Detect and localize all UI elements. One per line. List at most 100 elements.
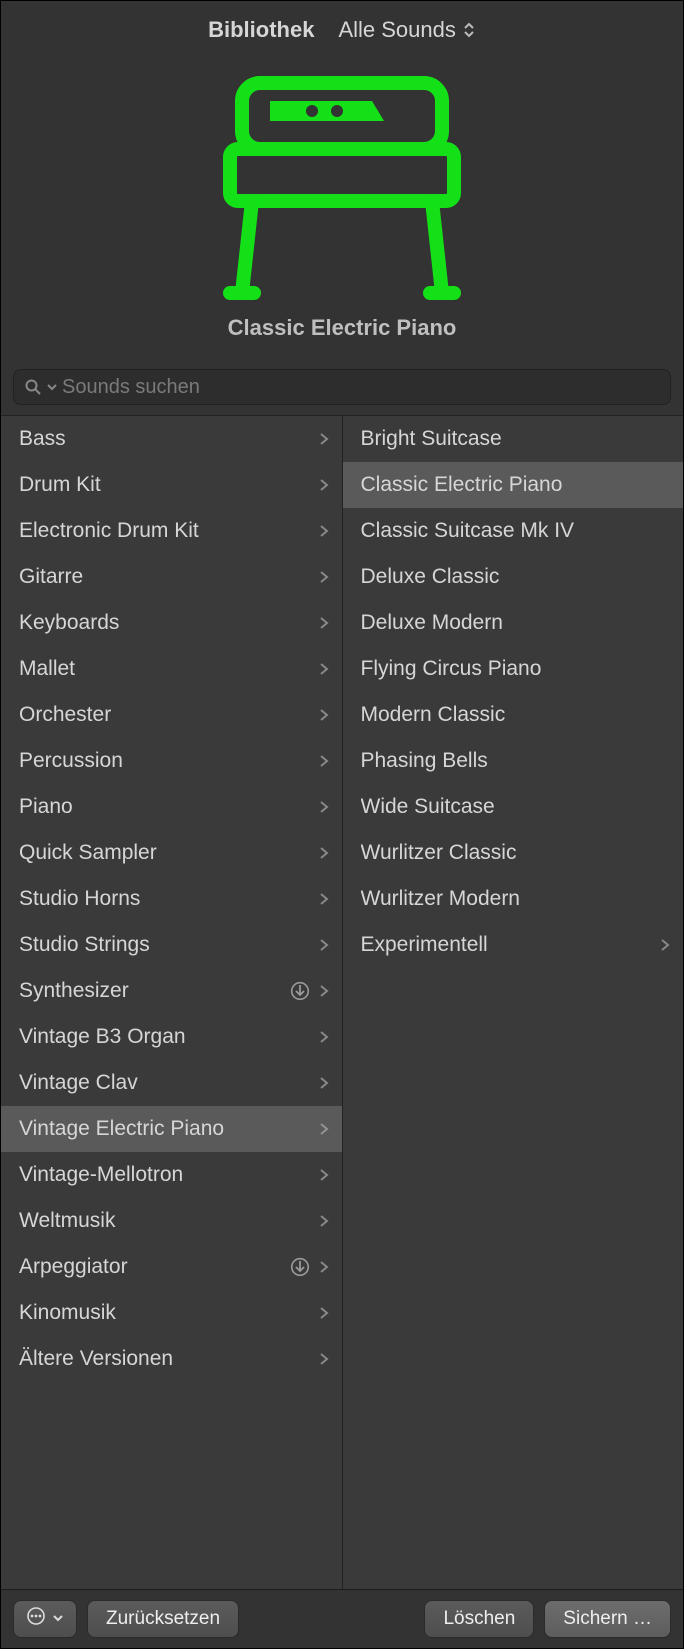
category-label: Arpeggiator	[19, 1255, 290, 1279]
category-label: Quick Sampler	[19, 841, 318, 865]
row-accessory	[318, 1027, 330, 1047]
patch-row[interactable]: Classic Suitcase Mk IV	[343, 508, 684, 554]
delete-button[interactable]: Löschen	[424, 1600, 534, 1638]
patch-row[interactable]: Flying Circus Piano	[343, 646, 684, 692]
row-accessory	[318, 1119, 330, 1139]
search-icon	[24, 378, 42, 396]
patch-row[interactable]: Bright Suitcase	[343, 416, 684, 462]
category-row[interactable]: Gitarre	[1, 554, 342, 600]
updown-caret-icon	[462, 21, 476, 39]
patch-row[interactable]: Deluxe Classic	[343, 554, 684, 600]
category-label: Gitarre	[19, 565, 318, 589]
patch-row[interactable]: Deluxe Modern	[343, 600, 684, 646]
download-icon[interactable]	[290, 981, 310, 1001]
category-row[interactable]: Studio Strings	[1, 922, 342, 968]
chevron-right-icon	[318, 935, 330, 955]
search-menu-caret-icon[interactable]	[46, 381, 58, 393]
category-row[interactable]: Percussion	[1, 738, 342, 784]
save-button[interactable]: Sichern …	[544, 1600, 671, 1638]
category-label: Weltmusik	[19, 1209, 318, 1233]
patch-label: Modern Classic	[361, 703, 672, 727]
chevron-right-icon	[318, 843, 330, 863]
electric-piano-icon	[212, 63, 472, 303]
row-accessory	[318, 1349, 330, 1369]
chevron-right-icon	[318, 521, 330, 541]
search-field[interactable]	[13, 369, 671, 405]
ellipsis-icon	[26, 1606, 46, 1632]
patch-column[interactable]: Bright Suitcase Classic Electric Piano Cla…	[343, 416, 684, 1589]
category-row[interactable]: Orchester	[1, 692, 342, 738]
row-accessory	[318, 1073, 330, 1093]
search-input[interactable]	[62, 376, 660, 399]
category-label: Piano	[19, 795, 318, 819]
patch-label: Classic Suitcase Mk IV	[361, 519, 672, 543]
category-row[interactable]: Drum Kit	[1, 462, 342, 508]
category-label: Studio Horns	[19, 887, 318, 911]
row-accessory	[318, 659, 330, 679]
actions-menu-button[interactable]	[13, 1600, 77, 1638]
category-row[interactable]: Quick Sampler	[1, 830, 342, 876]
category-label: Vintage Clav	[19, 1071, 318, 1095]
instrument-name: Classic Electric Piano	[228, 315, 457, 341]
category-label: Kinomusik	[19, 1301, 318, 1325]
row-accessory	[318, 475, 330, 495]
category-row[interactable]: Kinomusik	[1, 1290, 342, 1336]
chevron-right-icon	[318, 1073, 330, 1093]
category-row[interactable]: Ältere Versionen	[1, 1336, 342, 1382]
patch-row[interactable]: Experimentell	[343, 922, 684, 968]
chevron-right-icon	[318, 1349, 330, 1369]
patch-label: Wurlitzer Classic	[361, 841, 672, 865]
row-accessory	[318, 797, 330, 817]
patch-label: Phasing Bells	[361, 749, 672, 773]
sounds-scope-label: Alle Sounds	[338, 17, 455, 43]
patch-label: Classic Electric Piano	[361, 473, 672, 497]
patch-label: Wurlitzer Modern	[361, 887, 672, 911]
chevron-right-icon	[318, 429, 330, 449]
row-accessory	[318, 1211, 330, 1231]
category-row[interactable]: Bass	[1, 416, 342, 462]
chevron-right-icon	[318, 1211, 330, 1231]
patch-row[interactable]: Wide Suitcase	[343, 784, 684, 830]
patch-label: Wide Suitcase	[361, 795, 672, 819]
library-header: Bibliothek Alle Sounds	[1, 1, 683, 53]
sounds-scope-dropdown[interactable]: Alle Sounds	[338, 17, 475, 43]
patch-row[interactable]: Classic Electric Piano	[343, 462, 684, 508]
download-icon[interactable]	[290, 1257, 310, 1277]
category-label: Percussion	[19, 749, 318, 773]
reset-button[interactable]: Zurücksetzen	[87, 1600, 239, 1638]
row-accessory	[318, 751, 330, 771]
row-accessory	[318, 567, 330, 587]
row-accessory	[318, 889, 330, 909]
category-label: Vintage-Mellotron	[19, 1163, 318, 1187]
chevron-right-icon	[318, 567, 330, 587]
category-row[interactable]: Mallet	[1, 646, 342, 692]
patch-label: Bright Suitcase	[361, 427, 672, 451]
category-column[interactable]: Bass Drum Kit Electronic Drum Kit Gitarre Ke…	[1, 416, 343, 1589]
category-row[interactable]: Weltmusik	[1, 1198, 342, 1244]
category-row[interactable]: Electronic Drum Kit	[1, 508, 342, 554]
category-row[interactable]: Vintage Electric Piano	[1, 1106, 342, 1152]
patch-row[interactable]: Modern Classic	[343, 692, 684, 738]
patch-row[interactable]: Wurlitzer Classic	[343, 830, 684, 876]
category-row[interactable]: Arpeggiator	[1, 1244, 342, 1290]
chevron-right-icon	[318, 751, 330, 771]
row-accessory	[659, 935, 671, 955]
category-row[interactable]: Studio Horns	[1, 876, 342, 922]
row-accessory	[318, 843, 330, 863]
patch-row[interactable]: Wurlitzer Modern	[343, 876, 684, 922]
row-accessory	[318, 613, 330, 633]
category-label: Electronic Drum Kit	[19, 519, 318, 543]
category-row[interactable]: Piano	[1, 784, 342, 830]
category-label: Bass	[19, 427, 318, 451]
category-row[interactable]: Synthesizer	[1, 968, 342, 1014]
category-label: Orchester	[19, 703, 318, 727]
patch-label: Flying Circus Piano	[361, 657, 672, 681]
row-accessory	[318, 1165, 330, 1185]
category-row[interactable]: Vintage Clav	[1, 1060, 342, 1106]
category-label: Studio Strings	[19, 933, 318, 957]
chevron-right-icon	[318, 981, 330, 1001]
category-row[interactable]: Keyboards	[1, 600, 342, 646]
category-row[interactable]: Vintage B3 Organ	[1, 1014, 342, 1060]
category-row[interactable]: Vintage-Mellotron	[1, 1152, 342, 1198]
patch-row[interactable]: Phasing Bells	[343, 738, 684, 784]
